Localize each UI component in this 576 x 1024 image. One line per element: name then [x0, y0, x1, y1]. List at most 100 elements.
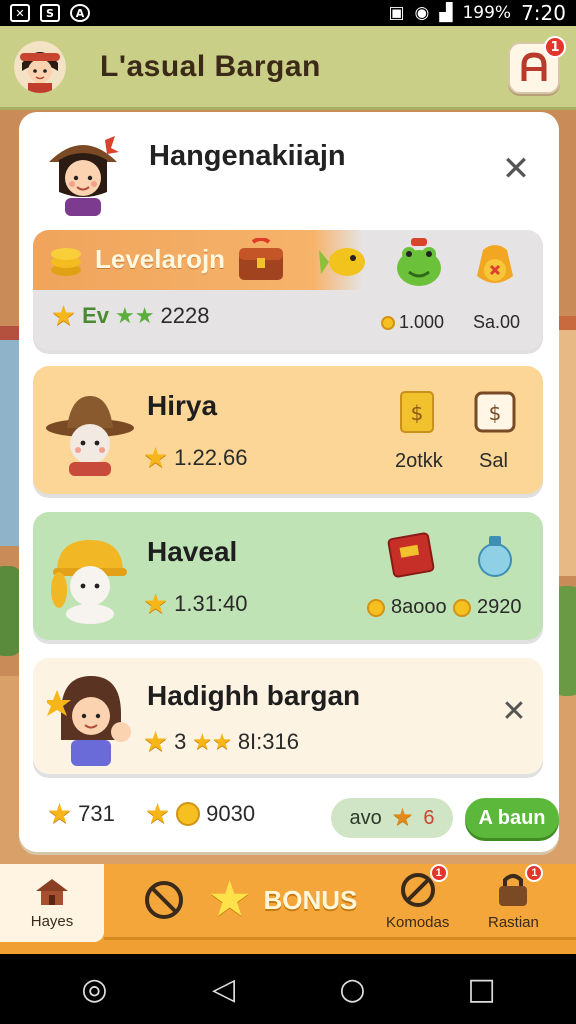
treasure-chest-icon — [239, 238, 283, 280]
bottom-nav: Hayes ★ BONUS 1 Komodas 1 Rastian — [0, 864, 576, 954]
character-value: ★ 1.31:40 — [143, 590, 248, 618]
star-icon: ★ — [143, 588, 169, 619]
close-icon: ✕ — [501, 149, 531, 189]
level-rating: ★ Ev ★★ 2228 — [51, 302, 209, 330]
coin-icon — [381, 315, 395, 330]
potion-icon — [478, 536, 512, 577]
character-card-haveal[interactable]: Haveal ★ 1.31:40 8aooo 2920 — [33, 512, 543, 640]
star-icon: ★★ — [192, 729, 232, 754]
bargain-panel: Hangenakiiajn ✕ Levelarojn ★ Ev ★★ 2228 … — [19, 112, 559, 852]
character-value-text: 1.22.66 — [174, 445, 248, 470]
assistant-icon: ◎ — [81, 971, 108, 1007]
reward-label-b: 2920 — [453, 596, 522, 619]
level-reward-1-value: 1.000 — [399, 312, 445, 332]
game-screen: L'asual Bargan 1 Hangenakiiajn ✕ Levelar… — [0, 26, 576, 954]
status-bar: ✕ S A ▣ ◉ ▟ 199% 7:20 — [0, 0, 576, 26]
star-icon: ★ — [143, 442, 169, 473]
profile-icon — [521, 52, 547, 81]
character-card-hadighh[interactable]: Hadighh bargan ★ 3 ★★ 8I:316 ✕ — [33, 658, 543, 774]
favorites-pill[interactable]: avo ★ 6 — [331, 798, 453, 838]
close-panel-button[interactable]: ✕ — [499, 149, 533, 189]
coin-icon — [367, 598, 385, 617]
reward-label-a-text: 8aooo — [391, 596, 447, 618]
svg-text:$: $ — [489, 401, 502, 425]
recents-icon: □ — [467, 971, 496, 1007]
sim-icon: S — [40, 4, 60, 22]
level-stars-label: Ev — [82, 303, 110, 328]
signal-icon: ▟ — [439, 3, 453, 23]
player-avatar[interactable] — [14, 40, 66, 93]
footer-stat-1-value: 731 — [78, 801, 115, 826]
footer-stat-2-value: 9030 — [206, 801, 256, 826]
star-icon: ★ — [47, 798, 73, 829]
level-reward-1: 1.000 — [381, 312, 444, 333]
character-name: Hadighh bargan — [147, 680, 361, 711]
panel-title: Hangenakiiajn — [149, 140, 346, 172]
coin-icon — [176, 802, 201, 826]
favorites-pill-count: 6 — [423, 806, 435, 829]
character-value: ★ 1.22.66 — [143, 444, 248, 472]
clock-time: 7:20 — [521, 1, 566, 25]
star-icon: ★ — [143, 726, 169, 757]
blocked-icon — [145, 881, 183, 919]
assistant-button[interactable]: ◎ — [75, 969, 115, 1009]
character-card-hirya[interactable]: Hirya ★ 1.22.66 $ 2otkk $ Sal — [33, 366, 543, 494]
close-icon: ✕ — [501, 693, 527, 729]
home-icon — [36, 878, 68, 905]
nav-bonus[interactable]: ★ BONUS — [210, 878, 357, 922]
red-book-icon — [387, 532, 435, 578]
star-icon: ★ — [51, 300, 77, 331]
green-star-icon: ★★ — [115, 303, 155, 328]
cowboy-avatar — [46, 396, 134, 476]
star-icon: ★ — [391, 804, 414, 831]
character-value-text: 8I:316 — [237, 729, 299, 754]
character-value-text: 1.31:40 — [174, 591, 248, 616]
nav-rastian[interactable]: 1 Rastian — [488, 864, 544, 931]
star-icon: ★ — [145, 798, 171, 829]
nav-home[interactable]: Hayes — [0, 864, 104, 942]
coin-icon — [453, 598, 471, 617]
level-reward-2: Sa.00 — [473, 312, 521, 332]
panel-footer: ★ 731 ★ 9030 avo ★ 6 A baun — [33, 796, 559, 840]
character-name: Hirya — [147, 390, 218, 421]
nav-komodas-label: Komodas — [386, 914, 450, 931]
reward-label-b: Sal — [479, 450, 508, 472]
nav-bonus-label: BONUS — [263, 884, 358, 915]
nav-rastian-label: Rastian — [488, 914, 539, 931]
panel-header: Hangenakiiajn ✕ — [19, 112, 559, 222]
reward-label-b-text: 2920 — [477, 596, 522, 618]
coin-stack-icon — [51, 248, 81, 276]
nav-no-ads[interactable] — [142, 878, 186, 922]
nav-komodas[interactable]: 1 Komodas — [386, 864, 450, 931]
profile-button[interactable]: 1 — [508, 36, 566, 94]
recents-button[interactable]: □ — [462, 969, 502, 1009]
dismiss-card-button[interactable]: ✕ — [497, 693, 531, 729]
reward-label-a: 2otkk — [395, 450, 443, 472]
notification-icon: ✕ — [10, 4, 30, 22]
home-system-button[interactable]: ○ — [333, 969, 373, 1009]
scroll-dollar-icon: $ — [400, 391, 434, 433]
wifi-icon: ◉ — [414, 3, 430, 23]
komodas-badge: 1 — [429, 864, 448, 882]
footer-stat-1: ★ 731 — [47, 800, 115, 828]
header-bar: L'asual Bargan 1 — [0, 26, 576, 110]
merchant-avatar — [45, 132, 121, 216]
back-button[interactable]: ◁ — [204, 969, 244, 1009]
notification-badge: 1 — [544, 36, 566, 58]
download-icon: ▣ — [388, 3, 405, 23]
bonus-star-icon: ★ — [210, 875, 250, 924]
alert-icon: A — [70, 4, 90, 22]
character-value: ★ 3 ★★ 8I:316 — [143, 728, 299, 756]
level-rating-value: 2228 — [160, 303, 210, 328]
circle-home-icon: ○ — [339, 971, 366, 1007]
favorites-pill-label: avo — [349, 806, 382, 829]
nav-home-label: Hayes — [30, 912, 74, 930]
app-title: L'asual Bargan — [100, 49, 321, 83]
action-button[interactable]: A baun — [465, 798, 559, 838]
level-card[interactable]: Levelarojn ★ Ev ★★ 2228 1.000 Sa.00 — [33, 230, 543, 350]
back-icon: ◁ — [211, 971, 236, 1007]
battery-level: 199% — [462, 3, 512, 23]
shop-sign-icon: $ — [474, 391, 516, 433]
character-stars-count: 3 — [174, 729, 187, 754]
footer-stat-2: ★ 9030 — [145, 800, 255, 828]
